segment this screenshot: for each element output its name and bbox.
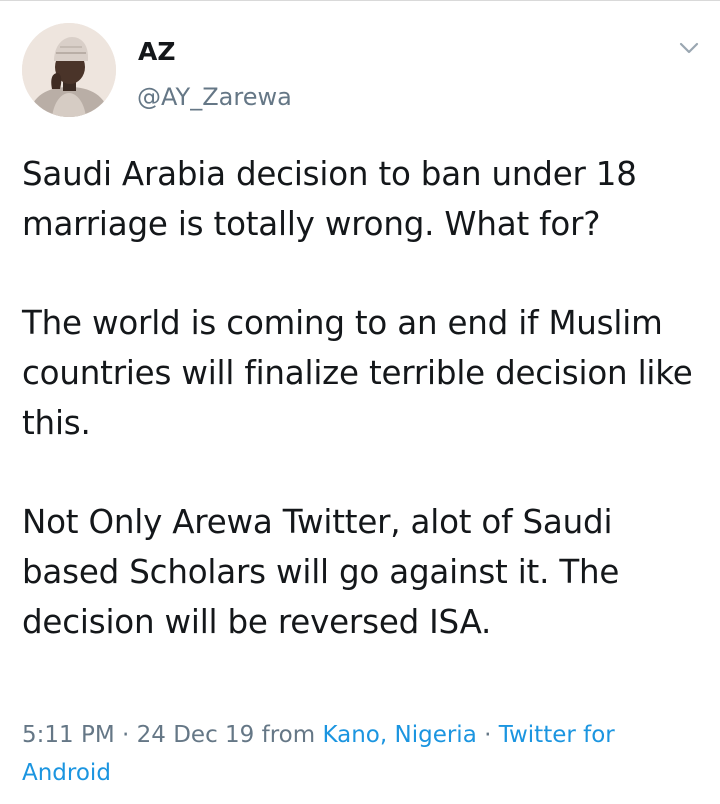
tweet-date[interactable]: 24 Dec 19 (137, 722, 255, 748)
tweet-text: Saudi Arabia decision to ban under 18 ma… (22, 149, 702, 647)
author-name[interactable]: AZ (138, 39, 175, 64)
tweet-paragraph: Saudi Arabia decision to ban under 18 ma… (22, 155, 637, 243)
tweet-card: AZ @AY_Zarewa Saudi Arabia decision to b… (0, 0, 720, 804)
avatar[interactable] (22, 23, 116, 117)
location-link[interactable]: Kano, Nigeria (322, 722, 476, 748)
chevron-down-icon[interactable] (676, 39, 702, 59)
from-label: from (254, 722, 323, 748)
avatar-photo (22, 23, 116, 117)
meta-separator: · (114, 722, 137, 748)
author-handle[interactable]: @AY_Zarewa (137, 85, 292, 109)
meta-separator: · (476, 722, 499, 748)
tweet-time[interactable]: 5:11 PM (22, 722, 115, 748)
tweet-paragraph: The world is coming to an end if Muslim … (22, 304, 693, 442)
tweet-paragraph: Not Only Arewa Twitter, alot of Saudi ba… (22, 503, 620, 641)
tweet-metadata: 5:11 PM · 24 Dec 19 from Kano, Nigeria ·… (22, 716, 702, 792)
